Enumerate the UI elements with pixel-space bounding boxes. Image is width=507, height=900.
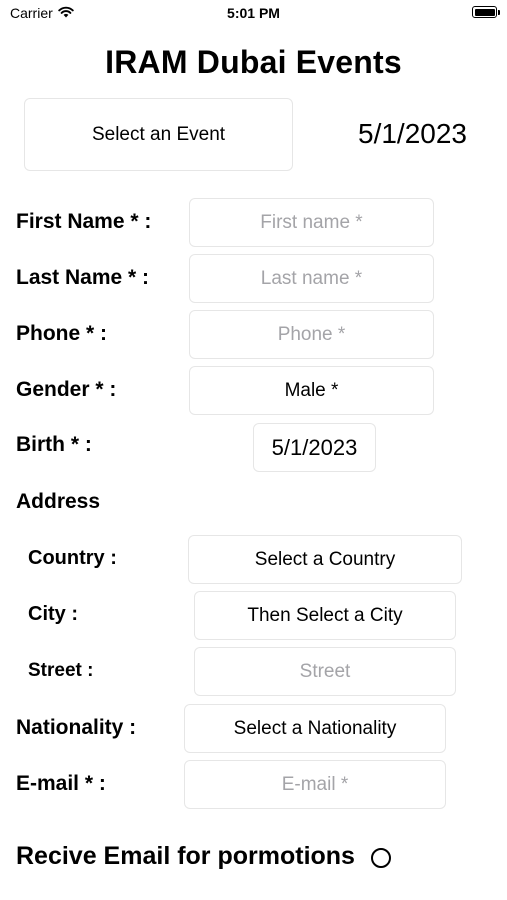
address-heading: Address xyxy=(16,490,101,513)
first-name-input[interactable]: First name * xyxy=(189,198,434,247)
last-name-input[interactable]: Last name * xyxy=(189,254,434,303)
country-value: Select a Country xyxy=(254,548,396,570)
email-placeholder: E-mail * xyxy=(281,773,349,795)
select-event-label: Select an Event xyxy=(91,123,226,145)
nationality-label: Nationality : xyxy=(16,716,137,739)
city-label: City : xyxy=(28,603,78,625)
birth-date-value: 5/1/2023 xyxy=(271,434,358,460)
street-placeholder: Street xyxy=(299,660,351,682)
gender-select[interactable]: Male * xyxy=(189,366,434,415)
country-label: Country : xyxy=(28,547,117,569)
page-title: IRAM Dubai Events xyxy=(105,44,402,80)
select-event-button[interactable]: Select an Event xyxy=(24,98,293,171)
nationality-value: Select a Nationality xyxy=(233,717,397,739)
last-name-label: Last Name * : xyxy=(16,266,150,289)
street-input[interactable]: Street xyxy=(194,647,456,696)
street-label: Street : xyxy=(28,660,94,681)
gender-label: Gender * : xyxy=(16,378,117,401)
country-select[interactable]: Select a Country xyxy=(188,535,462,584)
nationality-select[interactable]: Select a Nationality xyxy=(184,704,446,753)
event-date[interactable]: 5/1/2023 xyxy=(358,118,467,150)
birth-date-picker[interactable]: 5/1/2023 xyxy=(253,423,376,472)
battery-icon xyxy=(472,6,497,18)
status-time: 5:01 PM xyxy=(227,5,280,21)
city-select[interactable]: Then Select a City xyxy=(194,591,456,640)
city-value: Then Select a City xyxy=(247,604,403,626)
phone-label: Phone * : xyxy=(16,322,108,345)
battery-tip xyxy=(498,10,500,15)
phone-input[interactable]: Phone * xyxy=(189,310,434,359)
gender-value: Male * xyxy=(284,379,339,401)
first-name-placeholder: First name * xyxy=(260,211,363,233)
phone-placeholder: Phone * xyxy=(277,323,346,345)
birth-label: Birth * : xyxy=(16,433,92,456)
email-input[interactable]: E-mail * xyxy=(184,760,446,809)
first-name-label: First Name * : xyxy=(16,210,152,233)
promotions-label: Recive Email for pormotions xyxy=(16,842,355,870)
last-name-placeholder: Last name * xyxy=(260,267,363,289)
promotions-radio-button[interactable] xyxy=(371,848,391,868)
email-label: E-mail * : xyxy=(16,772,106,795)
